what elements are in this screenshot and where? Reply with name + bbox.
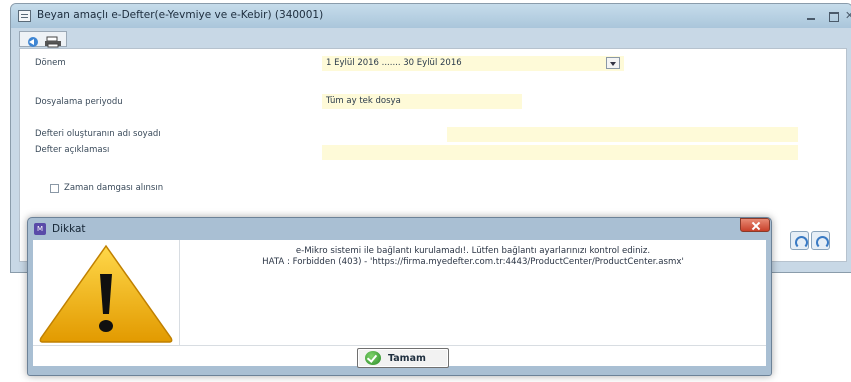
refresh-button[interactable] — [790, 231, 809, 250]
app-icon: M — [34, 223, 46, 235]
window-close-button[interactable]: ✕ — [845, 9, 851, 23]
error-message: e-Mikro sistemi ile bağlantı kurulamadı!… — [183, 246, 763, 267]
dropdown-arrow-icon[interactable] — [606, 57, 620, 69]
undo-button[interactable] — [811, 231, 830, 250]
warning-icon — [33, 240, 180, 345]
window-title: Beyan amaçlı e-Defter(e-Yevmiye ve e-Keb… — [37, 9, 324, 21]
dosyalama-value: Tüm ay tek dosya — [326, 96, 401, 106]
donem-label: Dönem — [35, 58, 66, 68]
dialog-titlebar: M Dikkat — [28, 218, 771, 240]
message-line-1: e-Mikro sistemi ile bağlantı kurulamadı!… — [295, 246, 651, 256]
ok-label: Tamam — [388, 353, 426, 364]
aciklama-label: Defter açıklaması — [35, 145, 110, 155]
olusturan-input[interactable] — [322, 127, 798, 142]
olusturan-input-focus — [322, 127, 447, 142]
zaman-damgasi-checkbox[interactable] — [50, 184, 59, 193]
zaman-damgasi-label: Zaman damgası alınsın — [64, 183, 164, 193]
message-line-2: HATA : Forbidden (403) - 'https://firma.… — [262, 256, 684, 267]
dialog-window: M Dikkat e-Mikro sistemi ile bağlantı ku… — [27, 217, 772, 376]
olusturan-label: Defteri oluşturanın adı soyadı — [35, 129, 161, 139]
maximize-button[interactable] — [823, 9, 843, 23]
check-icon — [365, 351, 381, 365]
dialog-footer: Tamam — [33, 345, 766, 368]
dosyalama-label: Dosyalama periyodu — [35, 97, 123, 107]
back-icon[interactable] — [24, 33, 42, 47]
dialog-body: e-Mikro sistemi ile bağlantı kurulamadı!… — [33, 240, 766, 368]
donem-select[interactable]: 1 Eylül 2016 ....... 30 Eylül 2016 — [322, 56, 624, 71]
screen: Beyan amaçlı e-Defter(e-Yevmiye ve e-Keb… — [0, 0, 851, 382]
main-titlebar: Beyan amaçlı e-Defter(e-Yevmiye ve e-Keb… — [11, 4, 851, 28]
dialog-title: Dikkat — [52, 223, 86, 235]
dosyalama-field[interactable]: Tüm ay tek dosya — [322, 94, 522, 109]
aciklama-input[interactable] — [322, 145, 798, 160]
window-icon — [18, 10, 31, 22]
toolbar — [19, 31, 67, 48]
ok-button[interactable]: Tamam — [357, 348, 449, 368]
print-icon[interactable] — [44, 33, 62, 48]
minimize-button[interactable] — [801, 9, 821, 23]
donem-value: 1 Eylül 2016 ....... 30 Eylül 2016 — [326, 58, 462, 68]
close-icon[interactable] — [740, 218, 770, 232]
